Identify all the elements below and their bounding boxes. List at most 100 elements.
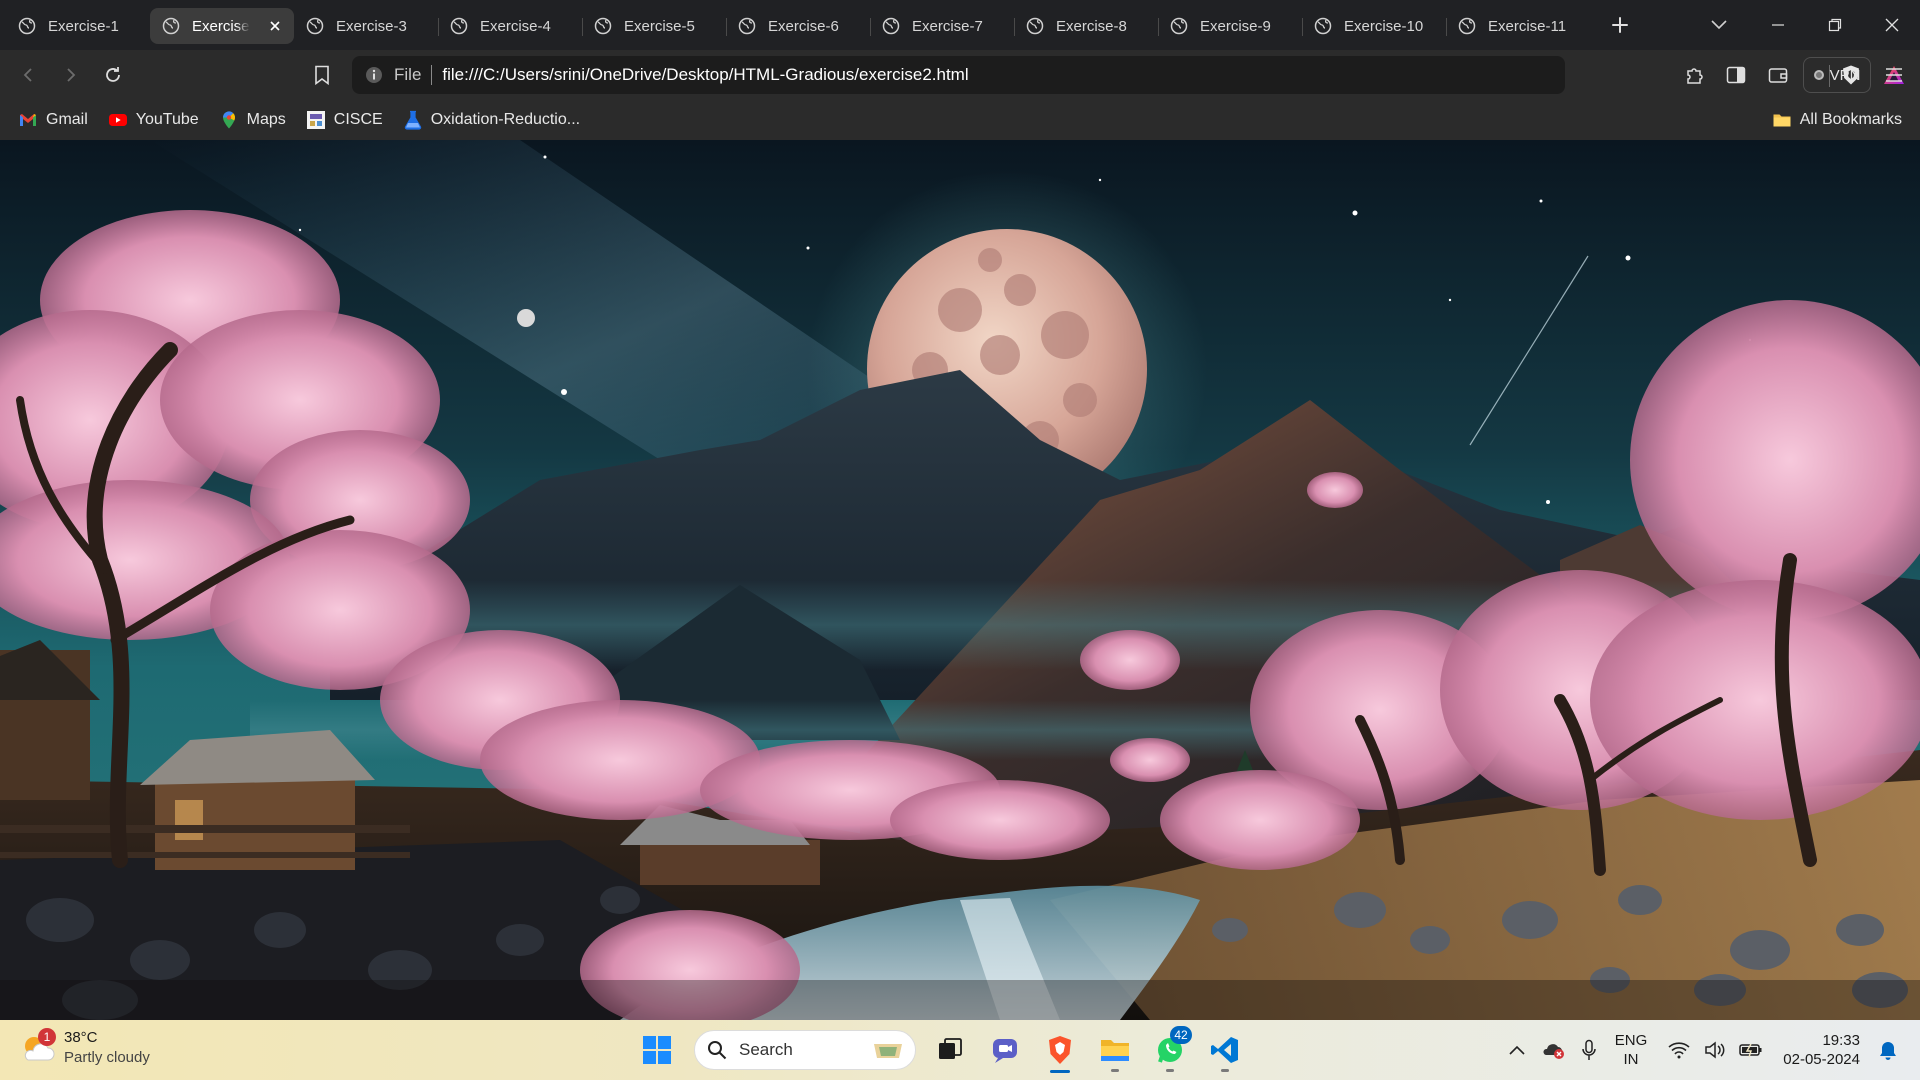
bookmark-oxidation-reduction[interactable]: Oxidation-Reductio...: [403, 105, 580, 135]
tab-search-button[interactable]: [1697, 10, 1741, 40]
vpn-label: VPN: [1829, 66, 1861, 84]
microphone-button[interactable]: [1571, 1032, 1607, 1068]
tab-2[interactable]: Exercise-2: [150, 8, 294, 44]
globe-icon: [306, 17, 324, 35]
vscode-icon: [1211, 1037, 1238, 1063]
brave-browser-button[interactable]: [1036, 1026, 1084, 1074]
address-bar[interactable]: File file:///C:/Users/srini/OneDrive/Des…: [352, 56, 1904, 94]
file-explorer-button[interactable]: [1091, 1026, 1139, 1074]
globe-icon: [162, 17, 180, 35]
sidebar-button[interactable]: [1719, 60, 1753, 90]
info-icon[interactable]: [364, 65, 384, 85]
arrow-right-icon: [67, 68, 76, 82]
weather-temperature: 38°C: [64, 1029, 98, 1046]
tab-title: Exercise-4: [480, 17, 551, 35]
gmail-icon: [20, 114, 36, 126]
weather-widget[interactable]: 1 38°C Partly cloudy: [20, 1028, 150, 1068]
cisce-icon: [306, 111, 325, 129]
bookmark-label: Maps: [246, 111, 286, 128]
bell-icon: [1880, 1042, 1896, 1060]
folder-icon: [1773, 114, 1791, 127]
language-code: ENG: [1614, 1032, 1648, 1049]
speaker-icon: [1705, 1041, 1725, 1059]
all-bookmarks-button[interactable]: All Bookmarks: [1772, 105, 1902, 135]
taskbar-apps: Search 42: [633, 1026, 1256, 1074]
bookmark-gmail[interactable]: Gmail: [18, 105, 88, 135]
globe-icon: [738, 17, 756, 35]
forward-button[interactable]: [53, 59, 87, 91]
url-separator: [431, 65, 433, 85]
back-button[interactable]: [12, 59, 46, 91]
close-window-button[interactable]: [1863, 0, 1920, 50]
bookmarks-bar: Gmail YouTube Maps CISCE Oxidation-Reduc…: [0, 100, 1920, 140]
globe-icon: [450, 17, 468, 35]
clock-time: 19:33: [1822, 1032, 1860, 1049]
tab-5[interactable]: Exercise-5: [582, 7, 726, 45]
tab-3[interactable]: Exercise-3: [294, 7, 438, 45]
language-indicator[interactable]: ENG IN: [1615, 1031, 1648, 1069]
whatsapp-button[interactable]: 42: [1146, 1026, 1194, 1074]
tab-title: Exercise-5: [624, 17, 695, 35]
wallet-button[interactable]: [1761, 60, 1795, 90]
url-scheme-label: File: [394, 65, 422, 84]
minimize-button[interactable]: [1749, 0, 1806, 50]
bookmark-page-button[interactable]: [305, 59, 339, 91]
reload-button[interactable]: [96, 59, 130, 91]
volume-button[interactable]: [1697, 1032, 1733, 1068]
cloud-error-icon: [1543, 1044, 1564, 1059]
tab-6[interactable]: Exercise-6: [726, 7, 870, 45]
chevron-up-icon: [1509, 1045, 1525, 1055]
restore-button[interactable]: [1806, 0, 1863, 50]
tab-8[interactable]: Exercise-8: [1014, 7, 1158, 45]
show-hidden-icons-button[interactable]: [1499, 1032, 1535, 1068]
globe-icon: [1026, 17, 1044, 35]
task-view-icon: [939, 1038, 962, 1059]
url-text[interactable]: file:///C:/Users/srini/OneDrive/Desktop/…: [442, 65, 968, 85]
clock[interactable]: 19:33 02-05-2024: [1783, 1031, 1860, 1069]
microphone-icon: [1582, 1039, 1596, 1060]
globe-icon: [1314, 17, 1332, 35]
reload-icon: [106, 67, 120, 82]
minimize-icon: [1771, 24, 1784, 26]
teams-chat-button[interactable]: [981, 1026, 1029, 1074]
menu-button[interactable]: [1877, 60, 1911, 90]
taskbar-search-box[interactable]: Search: [694, 1030, 916, 1070]
all-bookmarks-label: All Bookmarks: [1799, 111, 1902, 128]
start-button[interactable]: [633, 1026, 681, 1074]
wifi-icon: [1668, 1042, 1690, 1059]
tab-11[interactable]: Exercise-11: [1446, 7, 1590, 45]
close-tab-icon[interactable]: [266, 17, 284, 35]
search-placeholder: Search: [739, 1040, 793, 1059]
tab-title: Exercise-2: [192, 17, 250, 35]
bookmark-youtube[interactable]: YouTube: [108, 105, 199, 135]
tab-10[interactable]: Exercise-10: [1302, 7, 1446, 45]
tab-9[interactable]: Exercise-9: [1158, 7, 1302, 45]
tab-7[interactable]: Exercise-7: [870, 7, 1014, 45]
bookmark-label: Gmail: [46, 111, 88, 128]
tab-list: Exercise-1 Exercise-2 Exercise-3 Exercise-4…: [0, 0, 1590, 50]
bookmark-cisce[interactable]: CISCE: [306, 105, 383, 135]
tab-title: Exercise-3: [336, 17, 407, 35]
maps-icon: [222, 111, 235, 129]
notifications-button[interactable]: [1870, 1032, 1906, 1068]
arrow-left-icon: [23, 68, 32, 82]
new-tab-button[interactable]: [1600, 5, 1640, 45]
onedrive-status-button[interactable]: [1535, 1032, 1571, 1068]
task-view-button[interactable]: [926, 1026, 974, 1074]
system-tray: ENG IN 19:33 02-05-2024: [1499, 1020, 1920, 1080]
bookmark-label: CISCE: [333, 111, 383, 128]
tab-title: Exercise-11: [1488, 17, 1567, 35]
wifi-button[interactable]: [1661, 1032, 1697, 1068]
vscode-button[interactable]: [1201, 1026, 1249, 1074]
bookmark-maps[interactable]: Maps: [219, 105, 286, 135]
close-icon: [1885, 18, 1898, 32]
tab-4[interactable]: Exercise-4: [438, 7, 582, 45]
page-viewport: [0, 140, 1920, 1020]
clock-date: 02-05-2024: [1783, 1051, 1860, 1068]
extensions-button[interactable]: [1678, 60, 1712, 90]
vpn-button[interactable]: VPN: [1803, 57, 1871, 93]
battery-button[interactable]: [1733, 1032, 1769, 1068]
tab-1[interactable]: Exercise-1: [6, 7, 150, 45]
search-icon: [708, 1041, 727, 1060]
flask-icon: [404, 110, 421, 130]
